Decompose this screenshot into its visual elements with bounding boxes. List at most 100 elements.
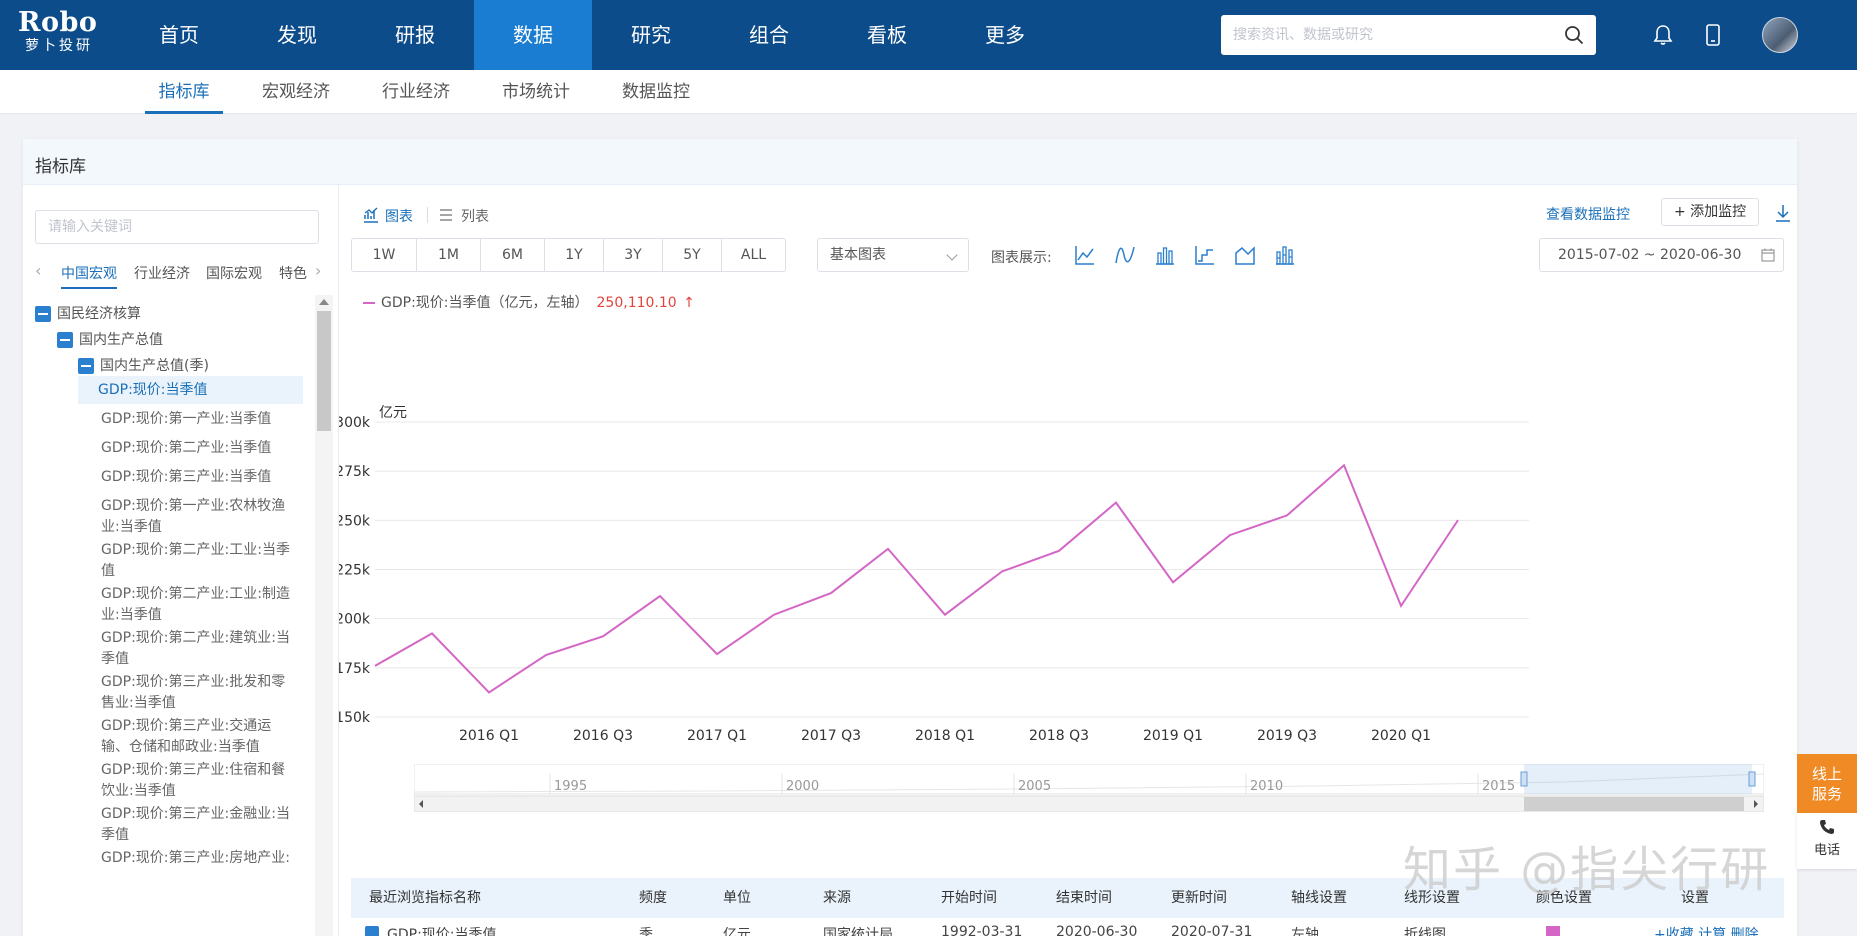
gdp-data-point[interactable] bbox=[1456, 518, 1460, 522]
nav-item-home[interactable]: 首页 bbox=[120, 0, 238, 70]
navigator-handle-right[interactable] bbox=[1748, 771, 1756, 787]
nav-item-research[interactable]: 研究 bbox=[592, 0, 710, 70]
chart-view-icon[interactable] bbox=[363, 207, 379, 223]
gdp-data-point[interactable] bbox=[487, 690, 491, 694]
view-monitor-link[interactable]: 查看数据监控 bbox=[1546, 204, 1630, 224]
chevron-left-icon[interactable]: ‹ bbox=[35, 261, 41, 280]
area-chart-icon[interactable] bbox=[1233, 243, 1257, 267]
search-icon[interactable] bbox=[1564, 25, 1584, 45]
tree-leaf-item[interactable]: GDP:现价:第三产业:房地产业: bbox=[101, 848, 301, 869]
tree-scrollbar[interactable] bbox=[315, 295, 333, 936]
cell-axis-select[interactable]: 左轴 bbox=[1291, 924, 1319, 936]
collapse-icon[interactable] bbox=[78, 358, 94, 374]
row-checkbox[interactable] bbox=[365, 926, 379, 936]
period-1w[interactable]: 1W bbox=[352, 239, 417, 271]
bar-chart-icon[interactable] bbox=[1153, 243, 1177, 267]
collapse-icon[interactable] bbox=[35, 306, 51, 322]
tab-china-macro[interactable]: 中国宏观 bbox=[61, 263, 117, 289]
tab-chart-view[interactable]: 图表 bbox=[385, 206, 413, 226]
tree-leaf-item[interactable]: GDP:现价:第三产业:交通运 输、仓储和邮政业:当季值 bbox=[101, 716, 301, 758]
tree-leaf-item[interactable]: GDP:现价:第二产业:当季值 bbox=[101, 438, 301, 459]
avatar[interactable] bbox=[1762, 17, 1798, 53]
bell-icon[interactable] bbox=[1650, 22, 1676, 48]
navigator-scroll-thumb[interactable] bbox=[1524, 797, 1744, 811]
gdp-line-chart[interactable]: 亿元 150k 175k 200k 225k 250k 275k 300k 2016 Q1 201… bbox=[339, 305, 1797, 785]
tree-leaf-item[interactable]: GDP:现价:第二产业:工业:当季值 bbox=[101, 540, 301, 582]
phone-service-button[interactable]: 电话 bbox=[1797, 813, 1857, 869]
subnav-data-monitor[interactable]: 数据监控 bbox=[616, 70, 696, 114]
period-3y[interactable]: 3Y bbox=[604, 239, 663, 271]
mobile-icon[interactable] bbox=[1700, 22, 1726, 48]
gdp-data-point[interactable] bbox=[1000, 569, 1004, 573]
tree-leaf-item[interactable]: GDP:现价:第二产业:工业:制造 业:当季值 bbox=[101, 584, 301, 626]
tab-list-view[interactable]: 列表 bbox=[461, 206, 489, 226]
tree-leaf-item[interactable]: GDP:现价:第三产业:当季值 bbox=[101, 467, 301, 488]
tree-leaf-item[interactable]: GDP:现价:第三产业:住宿和餐 饮业:当季值 bbox=[101, 760, 301, 802]
tree-leaf-item[interactable]: GDP:现价:第二产业:建筑业:当 季值 bbox=[101, 628, 301, 670]
gdp-data-point[interactable] bbox=[1114, 501, 1118, 505]
nav-item-reports[interactable]: 研报 bbox=[356, 0, 474, 70]
gdp-data-point[interactable] bbox=[373, 664, 377, 668]
gdp-data-point[interactable] bbox=[943, 613, 947, 617]
tree-leaf-item[interactable]: GDP:现价:第三产业:批发和零 售业:当季值 bbox=[101, 672, 301, 714]
tab-industry-economy[interactable]: 行业经济 bbox=[134, 263, 190, 283]
cell-row-actions[interactable]: +收藏 计算 删除 bbox=[1654, 924, 1759, 936]
period-1y[interactable]: 1Y bbox=[545, 239, 604, 271]
download-icon[interactable] bbox=[1775, 204, 1791, 222]
cell-line-select[interactable]: 折线图 bbox=[1404, 924, 1446, 936]
gdp-data-point[interactable] bbox=[1171, 580, 1175, 584]
tree-leaf-item[interactable]: GDP:现价:第三产业:金融业:当 季值 bbox=[101, 804, 301, 846]
date-range-picker[interactable]: 2015-07-02 ~ 2020-06-30 bbox=[1539, 238, 1784, 272]
tree-leaf-selected[interactable]: GDP:现价:当季值 bbox=[78, 376, 303, 404]
spline-chart-icon[interactable] bbox=[1113, 243, 1137, 267]
gdp-data-point[interactable] bbox=[1285, 513, 1289, 517]
add-monitor-button[interactable]: + 添加监控 bbox=[1661, 198, 1760, 226]
nav-item-more[interactable]: 更多 bbox=[946, 0, 1064, 70]
nav-item-discover[interactable]: 发现 bbox=[238, 0, 356, 70]
nav-item-portfolio[interactable]: 组合 bbox=[710, 0, 828, 70]
tree-leaf-item[interactable]: GDP:现价:第一产业:农林牧渔 业:当季值 bbox=[101, 496, 301, 538]
gdp-data-point[interactable] bbox=[544, 653, 548, 657]
period-5y[interactable]: 5Y bbox=[663, 239, 722, 271]
navigator-handle-left[interactable] bbox=[1520, 771, 1528, 787]
gdp-data-point[interactable] bbox=[1228, 533, 1232, 537]
gdp-data-point[interactable] bbox=[772, 613, 776, 617]
scroll-up-icon[interactable] bbox=[319, 299, 329, 305]
tab-intl-macro[interactable]: 国际宏观 bbox=[206, 263, 262, 283]
logo[interactable]: Robo 萝卜投研 bbox=[18, 8, 118, 55]
tab-featured[interactable]: 特色 bbox=[279, 263, 307, 283]
gdp-data-point[interactable] bbox=[886, 547, 890, 551]
cell-indicator-name[interactable]: GDP:现价:当季值 bbox=[387, 924, 497, 936]
search-input[interactable] bbox=[1233, 15, 1553, 55]
gdp-data-point[interactable] bbox=[829, 591, 833, 595]
chart-type-select[interactable]: 基本图表 bbox=[817, 238, 969, 272]
subnav-market-stats[interactable]: 市场统计 bbox=[496, 70, 576, 114]
gdp-data-point[interactable] bbox=[1399, 604, 1403, 608]
range-navigator[interactable]: 1995 2000 2005 2010 2015 bbox=[413, 763, 1765, 813]
online-service-button[interactable]: 线上 服务 bbox=[1797, 754, 1857, 813]
gdp-data-point[interactable] bbox=[430, 631, 434, 635]
period-6m[interactable]: 6M bbox=[481, 239, 545, 271]
chevron-right-icon[interactable]: › bbox=[315, 261, 321, 280]
nav-item-board[interactable]: 看板 bbox=[828, 0, 946, 70]
period-1m[interactable]: 1M bbox=[417, 239, 481, 271]
gdp-data-point[interactable] bbox=[1057, 549, 1061, 553]
subnav-macro[interactable]: 宏观经济 bbox=[256, 70, 336, 114]
nav-item-data[interactable]: 数据 bbox=[474, 0, 592, 70]
list-view-icon[interactable] bbox=[439, 208, 453, 222]
navigator-selection[interactable] bbox=[1524, 764, 1752, 794]
scroll-thumb[interactable] bbox=[317, 311, 331, 431]
gdp-data-point[interactable] bbox=[601, 634, 605, 638]
gdp-data-point[interactable] bbox=[1342, 463, 1346, 467]
period-all[interactable]: ALL bbox=[722, 239, 785, 271]
line-chart-icon[interactable] bbox=[1073, 243, 1097, 267]
gdp-series-line[interactable] bbox=[374, 463, 1459, 694]
gdp-data-point[interactable] bbox=[715, 652, 719, 656]
keyword-input[interactable] bbox=[35, 210, 319, 244]
cell-color-swatch[interactable] bbox=[1546, 926, 1560, 936]
gdp-data-point[interactable] bbox=[658, 594, 662, 598]
table-row[interactable]: GDP:现价:当季值 季 亿元 国家统计局 1992-03-31 2020-06… bbox=[351, 918, 1784, 936]
subnav-indicator-library[interactable]: 指标库 bbox=[145, 70, 223, 114]
step-chart-icon[interactable] bbox=[1193, 243, 1217, 267]
collapse-icon[interactable] bbox=[57, 332, 73, 348]
